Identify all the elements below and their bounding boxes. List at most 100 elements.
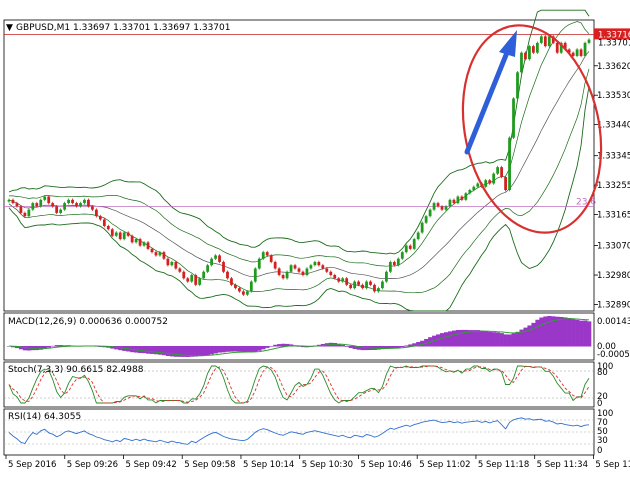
time-tick-label: 5 Sep 09:58 (184, 460, 235, 470)
macd-bar (269, 346, 274, 347)
macd-bar (527, 325, 532, 347)
macd-bar (455, 330, 461, 347)
candle (269, 254, 273, 264)
candle (253, 267, 257, 283)
candle (102, 218, 106, 228)
trading-chart: 23.6 GBPUSD,M1 1.33697 1.33701 1.33697 1… (0, 0, 630, 490)
macd-bar (142, 346, 147, 354)
rsi-title: RSI(14) 64.3055 (8, 412, 81, 422)
macd-bar (217, 346, 222, 353)
chart-menu-arrow[interactable]: ▼ (6, 23, 13, 33)
candle (202, 270, 206, 280)
macd-bar (579, 320, 584, 347)
candle (218, 254, 221, 264)
candle (456, 195, 460, 205)
candle (63, 201, 66, 211)
macd-bar (583, 320, 588, 347)
price-tick-label: 1.32890 (597, 300, 630, 310)
macd-tick-top: 0.001436 (597, 317, 630, 327)
candle (118, 231, 122, 241)
candle (194, 273, 198, 287)
candle (424, 214, 428, 225)
candle (484, 178, 488, 189)
macd-bar (138, 346, 143, 353)
macd-bar (400, 346, 405, 348)
time-tick-label: 5 Sep 10:46 (360, 460, 411, 470)
macd-bar (444, 332, 449, 347)
candle (257, 257, 261, 270)
time-tick-label: 5 Sep 2016 (8, 460, 56, 470)
candle (122, 231, 126, 241)
macd-bar (344, 346, 349, 347)
chart-header: GBPUSD,M1 1.33697 1.33701 1.33697 1.3370… (16, 23, 230, 33)
macd-bar (567, 318, 572, 347)
macd-bar (499, 333, 504, 347)
price-tick-label: 1.33070 (597, 242, 630, 252)
macd-bar (165, 346, 171, 357)
macd-bar (261, 346, 266, 350)
macd-bar (146, 346, 151, 354)
macd-bar (547, 316, 552, 347)
candle (174, 260, 178, 270)
price-tick-label: 1.33530 (597, 91, 630, 101)
candle (261, 250, 265, 260)
candle (535, 41, 539, 55)
candle (404, 244, 408, 254)
price-tick-label: 1.33165 (597, 211, 630, 221)
macd-bar (237, 346, 242, 352)
candle (373, 283, 376, 293)
macd-bar (535, 319, 540, 347)
candle (512, 97, 515, 140)
price-tick-label: 1.33620 (597, 62, 630, 72)
time-tick-label: 5 Sep 11:02 (419, 460, 470, 470)
candle (206, 263, 210, 274)
macd-bar (205, 346, 210, 356)
macd-bar (157, 346, 163, 355)
macd-bar (404, 345, 409, 347)
macd-bar (213, 346, 218, 354)
candle (432, 201, 436, 211)
macd-bar (587, 321, 592, 347)
macd-bar (150, 346, 155, 354)
candle (428, 208, 432, 218)
macd-bar (169, 346, 175, 357)
macd-bar (201, 346, 206, 356)
macd-bar (209, 346, 214, 355)
candle (305, 267, 309, 277)
macd-bar (277, 344, 282, 347)
candle (277, 267, 281, 277)
candle (27, 208, 31, 218)
candle (55, 205, 59, 215)
candle (381, 280, 384, 290)
candle (500, 165, 504, 179)
candle (528, 44, 531, 61)
candle (210, 257, 213, 267)
candle (289, 263, 293, 274)
price-tag-under-value: 1.33701 (598, 38, 630, 48)
candle (345, 276, 349, 287)
candle (162, 250, 166, 260)
macd-bar (265, 346, 270, 348)
macd-bar (46, 346, 52, 348)
candle (166, 257, 170, 267)
macd-bar (555, 316, 560, 347)
candle (464, 191, 468, 202)
macd-bar (54, 345, 59, 347)
candle (198, 276, 202, 287)
macd-bar (257, 346, 262, 351)
macd-bar (161, 346, 167, 356)
macd-bar (543, 316, 548, 347)
candle (190, 273, 194, 283)
candle (448, 198, 452, 208)
macd-bar (348, 346, 353, 349)
candle (388, 260, 392, 274)
candle (19, 205, 23, 215)
price-tick-label: 1.33440 (597, 121, 630, 131)
candle (504, 175, 507, 192)
macd-bar (575, 319, 580, 347)
macd-bar (539, 317, 544, 347)
candle (516, 71, 519, 100)
macd-bar (241, 346, 246, 353)
macd-bar (479, 330, 485, 347)
macd-bar (487, 331, 492, 347)
